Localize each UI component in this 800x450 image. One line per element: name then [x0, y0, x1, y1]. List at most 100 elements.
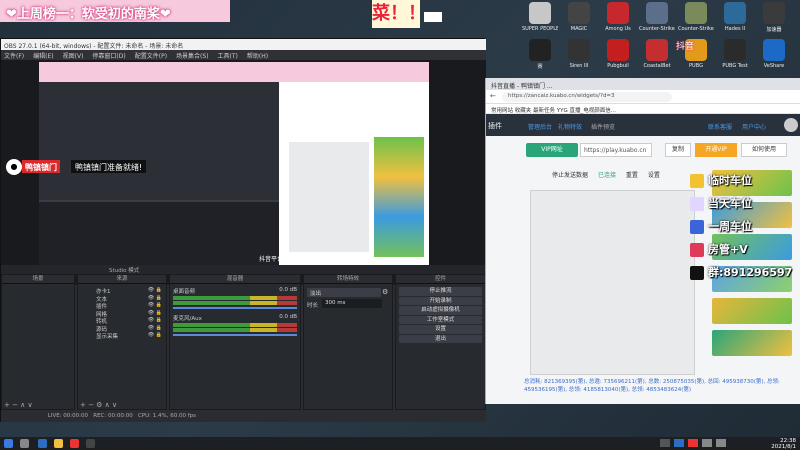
obs-icon[interactable] — [86, 439, 95, 448]
desktop-icon-label: CoastalBet — [643, 63, 671, 69]
start-record-button[interactable]: 开始录制 — [399, 296, 482, 305]
volume-slider[interactable] — [173, 334, 297, 336]
obs-menu-item[interactable]: 视图(V) — [63, 53, 84, 60]
visibility-lock-icon[interactable]: 👁 🔒 — [148, 295, 162, 301]
desktop-icon[interactable]: Counter-Strike Global Offe... — [678, 2, 714, 32]
tray-icon-1[interactable] — [660, 439, 670, 447]
rank-overlay: 临时车位 当天车位 一周车位 房管+V 群:891296597 — [690, 172, 800, 294]
address-bar[interactable]: https://zancaiz.kuabo.cn/widgets/?d=3 — [502, 92, 672, 102]
nav-contact[interactable]: 联系客服 — [708, 122, 732, 131]
desktop-icon[interactable]: 赛 — [522, 39, 558, 70]
widget-canvas[interactable] — [530, 190, 695, 375]
howto-button[interactable]: 如何使用 — [741, 143, 787, 157]
desktop-icon[interactable]: SUPER PEOPLE CBT — [522, 2, 558, 32]
app-icon[interactable] — [70, 439, 79, 448]
transition-settings-icon[interactable]: ⚙ — [382, 288, 388, 296]
avatar[interactable] — [784, 118, 798, 132]
desktop-icon[interactable]: 加速器 — [756, 2, 792, 33]
clock-date: 2021/8/1 — [771, 444, 796, 450]
volume-icon[interactable] — [716, 439, 726, 447]
virtual-camera-button[interactable]: 启动虚拟摄像机 — [399, 306, 482, 315]
edge-icon[interactable] — [38, 439, 47, 448]
nav-admin[interactable]: 管理后台 — [528, 122, 552, 131]
visibility-lock-icon[interactable]: 👁 🔒 — [148, 332, 162, 338]
tray-icon-3[interactable] — [688, 439, 698, 447]
settings-button[interactable]: 设置 — [648, 172, 660, 179]
source-item[interactable]: 网格 👁 🔒 — [78, 310, 166, 318]
volume-slider[interactable] — [173, 307, 297, 309]
source-item[interactable]: 转机 👁 🔒 — [78, 317, 166, 325]
overlay-circle: ● — [6, 159, 22, 175]
stop-stream-button[interactable]: 停止推流 — [399, 287, 482, 296]
nav-user-center[interactable]: 用户中心 — [742, 122, 766, 131]
clock[interactable]: 22:38 2021/8/1 — [750, 438, 796, 450]
desktop-icon-graphic — [724, 39, 746, 61]
desktop-icon[interactable]: Siren III — [561, 39, 597, 69]
studio-mode-button[interactable]: 工作室模式 — [399, 315, 482, 324]
tray-icon-2[interactable] — [674, 439, 684, 447]
obs-menu-item[interactable]: 编辑(E) — [33, 53, 53, 60]
source-add-button[interactable]: + − ⚙ ∧ ∨ — [80, 401, 117, 409]
desktop-icon[interactable]: CoastalBet — [639, 39, 675, 69]
copy-button[interactable]: 复制 — [665, 143, 691, 157]
desktop-icon[interactable]: MAGIC — [561, 2, 597, 32]
desktop-icon[interactable]: Pubgbuil — [600, 39, 636, 69]
stop-data-button[interactable]: 停止发送数据 — [552, 172, 588, 179]
settings-button[interactable]: 设置 — [399, 325, 482, 334]
open-vip-button[interactable]: 开通VIP — [695, 143, 737, 157]
desktop-icon-label: MAGIC — [570, 26, 588, 32]
mixer-channel-db: 0.0 dB — [279, 314, 297, 320]
obs-menu-item[interactable]: 场景集合(S) — [176, 53, 209, 60]
desktop-icon[interactable]: Among Us — [600, 2, 636, 32]
obs-preview[interactable]: 抖音平台开播检测 ● 鸭镇镇门 鸭镇镇门准备就绪! — [1, 60, 486, 285]
scene-add-button[interactable]: + − ∧ ∨ — [4, 401, 33, 409]
visibility-lock-icon[interactable]: 👁 🔒 — [148, 325, 162, 331]
desktop-icon[interactable]: VeShare — [756, 39, 792, 69]
overlay-tag-small — [424, 12, 442, 22]
nav-plugin-preview[interactable]: 插件预览 — [591, 122, 615, 131]
rank-label: 房管+V — [708, 243, 748, 256]
visibility-lock-icon[interactable]: 👁 🔒 — [148, 302, 162, 308]
obs-menu-item[interactable]: 帮助(H) — [247, 53, 268, 60]
transition-select[interactable]: 淡出 — [307, 288, 381, 297]
widget-url-field[interactable]: https://play.kuabo.cn — [580, 143, 652, 157]
network-icon[interactable] — [702, 439, 712, 447]
studio-toggle-bar: Studio 模式 — [1, 265, 486, 274]
source-item[interactable]: 插件 👁 🔒 — [78, 302, 166, 310]
studio-toggle[interactable]: Studio 模式 — [109, 266, 139, 274]
thumb-5[interactable] — [712, 298, 792, 324]
rank-label: 临时车位 — [708, 174, 752, 187]
desktop-icon[interactable]: Counter-Strike Global Offe... — [639, 2, 675, 32]
thumb-6[interactable] — [712, 330, 792, 356]
back-icon[interactable]: ← — [490, 92, 496, 100]
folder-icon[interactable] — [54, 439, 63, 448]
obs-menu-item[interactable]: 配置文件(P) — [135, 53, 167, 60]
source-item[interactable]: 源码 👁 🔒 — [78, 325, 166, 333]
visibility-lock-icon[interactable]: 👁 🔒 — [148, 317, 162, 323]
source-item-label: 显示采集 — [96, 334, 119, 340]
source-item[interactable]: 文本 👁 🔒 — [78, 295, 166, 303]
duration-input[interactable]: 300 ms — [322, 299, 382, 308]
rank-label: 群:891296597 — [708, 266, 793, 279]
vip-url-button[interactable]: VIP网址 — [526, 143, 578, 157]
windows-start-icon[interactable] — [4, 439, 13, 448]
visibility-lock-icon[interactable]: 👁 🔒 — [148, 287, 162, 293]
bookmarks-bar[interactable]: 常用网站 收藏夹 最新任务 YYG 直播_电视颜面信... — [486, 104, 800, 114]
exit-button[interactable]: 退出 — [399, 334, 482, 343]
desktop-icon-label: Among Us — [605, 26, 631, 32]
desktop-icon[interactable]: Hades II — [717, 2, 753, 32]
source-item[interactable]: 亦卡1 👁 🔒 — [78, 287, 166, 295]
rank-label: 一周车位 — [708, 220, 752, 233]
rank-icon — [690, 243, 704, 257]
reset-button[interactable]: 重置 — [626, 172, 638, 179]
obs-menu-item[interactable]: 工具(T) — [218, 53, 238, 60]
browser-tab[interactable]: 抖音直播 - 鸭镇镇门 ... — [486, 78, 800, 90]
search-icon[interactable] — [20, 439, 29, 448]
obs-menu-item[interactable]: 停靠窗口(D) — [92, 53, 125, 60]
nav-gift-effects[interactable]: 礼物特效 — [558, 122, 582, 131]
visibility-lock-icon[interactable]: 👁 🔒 — [148, 310, 162, 316]
obs-menu-item[interactable]: 文件(F) — [4, 53, 24, 60]
source-item[interactable]: 显示采集 👁 🔒 — [78, 332, 166, 340]
desktop-icon[interactable]: PUBG Test — [717, 39, 753, 69]
preview-canvas-mini — [289, 142, 369, 252]
